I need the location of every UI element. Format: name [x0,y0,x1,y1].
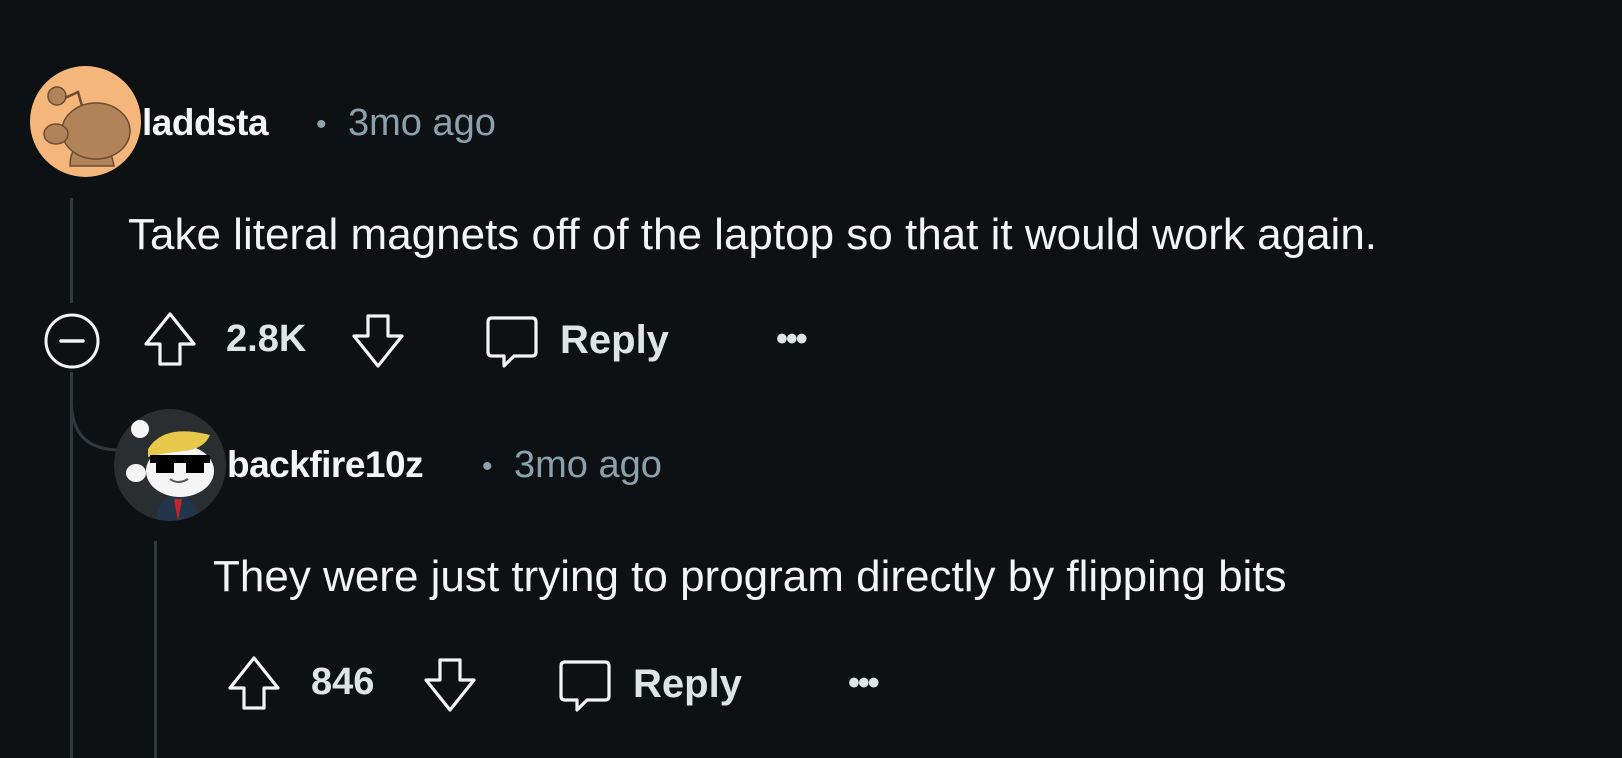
collapse-thread-icon[interactable] [43,312,101,370]
reply-button[interactable]: Reply [557,654,757,714]
upvote-icon[interactable] [226,654,282,712]
reply-bubble-icon [559,660,611,712]
snoo-sunglasses-avatar-icon [126,420,214,521]
comment-username[interactable]: laddsta [142,102,269,144]
thread-line-top [70,198,73,303]
reply-label: Reply [633,662,742,706]
comment-timestamp: 3mo ago [514,444,662,486]
downvote-icon[interactable] [422,656,478,714]
snoo-avatar-icon [43,86,131,167]
comment-body: They were just trying to program directl… [213,552,1287,601]
upvote-icon[interactable] [142,310,198,368]
comment-username[interactable]: backfire10z [227,444,424,486]
meta-separator: • [482,450,493,483]
avatar-backfire10z[interactable] [114,409,226,521]
comment-body: Take literal magnets off of the laptop s… [128,210,1378,259]
avatar-laddsta[interactable] [30,66,141,177]
more-options-button[interactable]: ••• [848,664,880,703]
reply-button[interactable]: Reply [484,310,684,370]
more-options-button[interactable]: ••• [776,320,808,359]
thread-line-reply [154,541,157,758]
vote-score: 846 [311,661,375,703]
meta-separator: • [316,108,327,141]
reply-bubble-icon [486,316,538,368]
comment-timestamp: 3mo ago [348,102,496,144]
downvote-icon[interactable] [350,312,406,370]
reply-label: Reply [560,318,669,362]
vote-score: 2.8K [226,318,307,360]
